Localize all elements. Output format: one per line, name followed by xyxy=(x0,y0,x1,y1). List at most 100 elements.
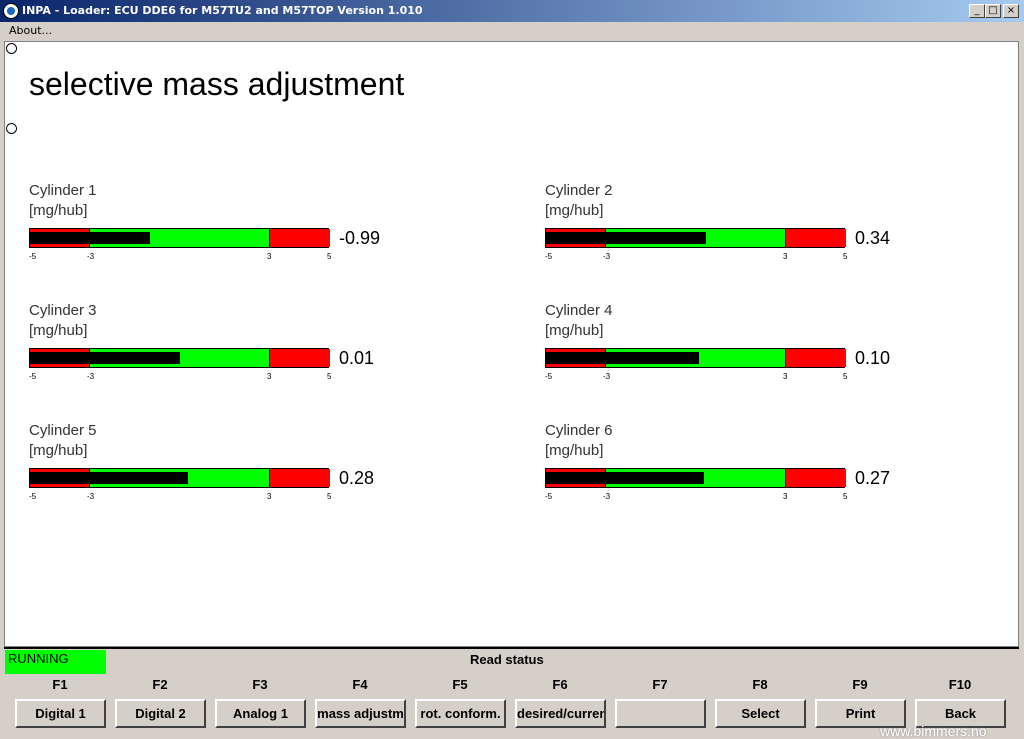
gauge-tick-label: -5 xyxy=(29,372,37,381)
function-key-label: F6 xyxy=(552,677,568,692)
main-content: selective mass adjustment Cylinder 1 [mg/… xyxy=(4,41,1019,647)
zone-divider xyxy=(269,469,270,487)
minimize-button[interactable]: _ xyxy=(969,4,985,18)
cylinder-gauge xyxy=(545,228,846,248)
cylinder-name: Cylinder 3 xyxy=(29,302,97,319)
zone-divider xyxy=(785,349,786,367)
menu-bar: About... xyxy=(0,22,1024,40)
cylinder-gauge xyxy=(29,348,330,368)
function-key-label: F3 xyxy=(252,677,268,692)
value-bar xyxy=(30,352,181,364)
high-out-of-range-zone xyxy=(270,469,330,487)
function-button-f4[interactable]: mass adjustm xyxy=(315,699,406,728)
cylinder-name: Cylinder 1 xyxy=(29,182,97,199)
function-button-f7[interactable] xyxy=(615,699,706,728)
function-button-f2[interactable]: Digital 2 xyxy=(115,699,206,728)
function-button-f3[interactable]: Analog 1 xyxy=(215,699,306,728)
gauge-tick-label: 3 xyxy=(783,492,788,501)
gauge-tick-label: 3 xyxy=(783,372,788,381)
high-out-of-range-zone xyxy=(270,229,330,247)
value-bar xyxy=(30,472,189,484)
cylinder-unit: [mg/hub] xyxy=(545,202,604,219)
app-icon[interactable] xyxy=(3,3,19,19)
value-bar xyxy=(546,472,705,484)
zone-divider xyxy=(269,349,270,367)
high-out-of-range-zone xyxy=(786,229,846,247)
zone-divider xyxy=(785,469,786,487)
cylinder-name: Cylinder 6 xyxy=(545,422,613,439)
cylinder-gauge xyxy=(545,468,846,488)
zone-divider xyxy=(269,229,270,247)
function-key-label: F1 xyxy=(52,677,68,692)
cylinder-unit: [mg/hub] xyxy=(29,442,88,459)
cylinder-name: Cylinder 4 xyxy=(545,302,613,319)
cylinder-unit: [mg/hub] xyxy=(545,322,604,339)
function-key-label: F9 xyxy=(852,677,868,692)
gauge-tick-label: -3 xyxy=(603,252,611,261)
gauge-tick-label: -3 xyxy=(603,372,611,381)
status-area: RUNNING Read status F1 Digital 1 F2 Digital… xyxy=(4,647,1019,739)
gauge-tick-label: 3 xyxy=(267,492,272,501)
title-bar: INPA - Loader: ECU DDE6 for M57TU2 and M… xyxy=(0,0,1024,22)
function-button-f8[interactable]: Select xyxy=(715,699,806,728)
gauge-tick-label: -5 xyxy=(29,252,37,261)
gauge-tick-label: 5 xyxy=(843,372,848,381)
radio-indicator-bottom xyxy=(6,123,17,134)
cylinder-value: -0.99 xyxy=(339,228,381,248)
close-button[interactable]: × xyxy=(1003,4,1019,18)
gauge-tick-label: 5 xyxy=(327,252,332,261)
high-out-of-range-zone xyxy=(786,469,846,487)
maximize-button[interactable]: □ xyxy=(985,4,1001,18)
cylinder-gauge xyxy=(29,468,330,488)
cylinder-value: 0.10 xyxy=(855,348,891,368)
cylinder-value: 0.01 xyxy=(339,348,375,368)
gauge-tick-label: -3 xyxy=(87,252,95,261)
function-key-label: F8 xyxy=(752,677,768,692)
value-bar xyxy=(546,232,707,244)
read-status-label: Read status xyxy=(470,652,544,667)
gauge-tick-label: -5 xyxy=(545,492,553,501)
gauge-tick-label: -3 xyxy=(603,492,611,501)
gauge-tick-label: 3 xyxy=(783,252,788,261)
running-indicator: RUNNING xyxy=(5,650,106,674)
cylinder-unit: [mg/hub] xyxy=(29,202,88,219)
cylinder-name: Cylinder 2 xyxy=(545,182,613,199)
cylinder-unit: [mg/hub] xyxy=(29,322,88,339)
cylinder-value: 0.34 xyxy=(855,228,891,248)
cylinder-value: 0.27 xyxy=(855,468,891,488)
gauge-tick-label: -5 xyxy=(29,492,37,501)
value-bar xyxy=(546,352,699,364)
gauge-tick-label: -3 xyxy=(87,492,95,501)
gauge-tick-label: 5 xyxy=(843,492,848,501)
gauge-tick-label: -3 xyxy=(87,372,95,381)
cylinder-gauge xyxy=(545,348,846,368)
high-out-of-range-zone xyxy=(270,349,330,367)
function-key-label: F4 xyxy=(352,677,368,692)
function-key-label: F10 xyxy=(948,677,972,692)
value-bar xyxy=(30,232,151,244)
cylinder-unit: [mg/hub] xyxy=(545,442,604,459)
page-title: selective mass adjustment xyxy=(29,66,405,102)
cylinder-name: Cylinder 5 xyxy=(29,422,97,439)
function-key-label: F5 xyxy=(452,677,468,692)
function-key-label: F2 xyxy=(152,677,168,692)
radio-indicator-top xyxy=(6,43,17,54)
function-button-f1[interactable]: Digital 1 xyxy=(15,699,106,728)
function-button-f6[interactable]: desired/curren xyxy=(515,699,606,728)
watermark: www.bimmers.no xyxy=(880,723,987,739)
menu-about[interactable]: About... xyxy=(9,24,52,37)
gauge-tick-label: 5 xyxy=(843,252,848,261)
gauge-tick-label: -5 xyxy=(545,252,553,261)
window-title: INPA - Loader: ECU DDE6 for M57TU2 and M… xyxy=(22,4,423,17)
function-key-label: F7 xyxy=(652,677,668,692)
zone-divider xyxy=(785,229,786,247)
gauge-tick-label: 5 xyxy=(327,492,332,501)
cylinder-gauge xyxy=(29,228,330,248)
gauge-tick-label: -5 xyxy=(545,372,553,381)
gauge-tick-label: 3 xyxy=(267,252,272,261)
gauge-tick-label: 5 xyxy=(327,372,332,381)
gauge-tick-label: 3 xyxy=(267,372,272,381)
cylinder-value: 0.28 xyxy=(339,468,375,488)
high-out-of-range-zone xyxy=(786,349,846,367)
function-button-f5[interactable]: rot. conform. xyxy=(415,699,506,728)
